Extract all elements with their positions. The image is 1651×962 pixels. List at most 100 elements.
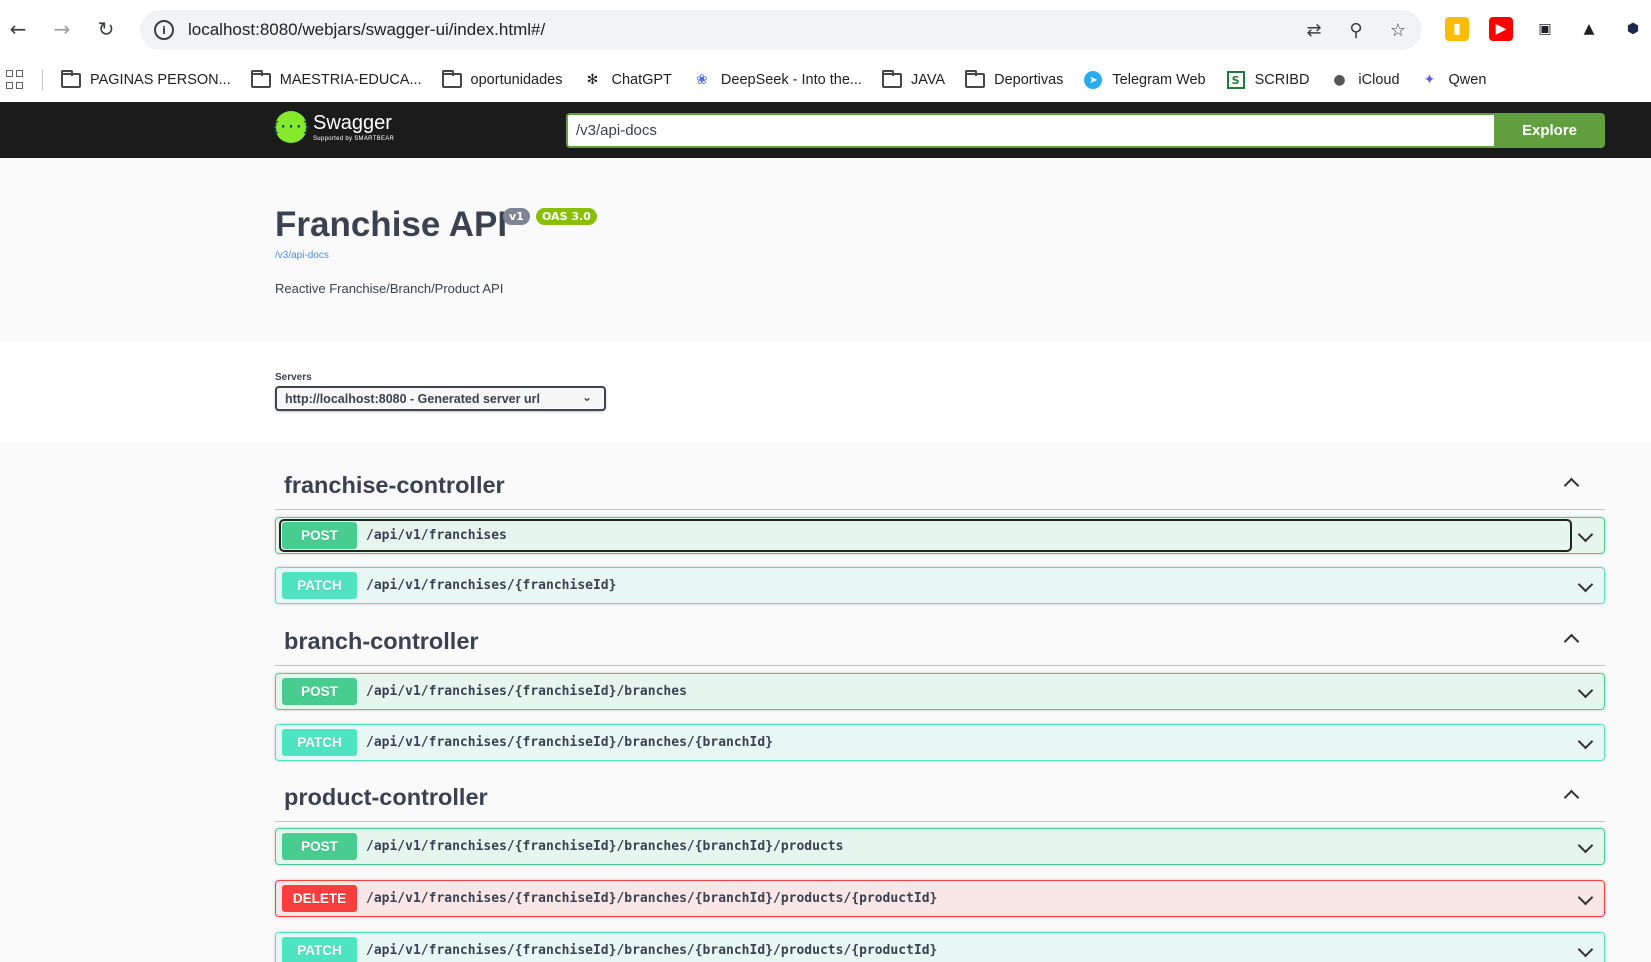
bookmark-telegram[interactable]: ➤ Telegram Web	[1083, 71, 1206, 89]
operation-post-franchises[interactable]: POST /api/v1/franchises	[275, 517, 1605, 554]
spec-url-input[interactable]: /v3/api-docs	[566, 113, 1494, 148]
chevron-up-icon[interactable]	[1561, 628, 1581, 649]
bookmarks-separator	[42, 70, 43, 90]
bookmark-label: MAESTRIA-EDUCA...	[279, 72, 422, 88]
chatgpt-icon: ✻	[586, 72, 599, 88]
servers-section: Servers http://localhost:8080 - Generate…	[0, 342, 1651, 442]
operation-post-branches[interactable]: POST /api/v1/franchises/{franchiseId}/br…	[275, 673, 1605, 710]
bookmark-qwen[interactable]: ✦ Qwen	[1420, 72, 1487, 88]
bookmark-label: SCRIBD	[1254, 72, 1310, 88]
api-description: Reactive Franchise/Branch/Product API	[275, 281, 504, 296]
operation-path: /api/v1/franchises/{franchiseId}/branche…	[366, 839, 844, 854]
swagger-logo-icon: {···}	[271, 111, 311, 143]
api-info: Franchise API v1 OAS 3.0 /v3/api-docs Re…	[0, 158, 1651, 342]
bookmark-maestria[interactable]: MAESTRIA-EDUCA...	[250, 69, 422, 88]
explore-button[interactable]: Explore	[1494, 113, 1605, 148]
tag-title: franchise-controller	[284, 472, 505, 498]
method-badge: PATCH	[282, 572, 357, 599]
method-badge: POST	[282, 833, 357, 860]
zoom-icon[interactable]: ⚲	[1344, 18, 1368, 42]
deepseek-icon: ❀	[696, 72, 708, 88]
chevron-up-icon[interactable]	[1561, 784, 1581, 805]
chevron-down-icon[interactable]	[1575, 576, 1595, 597]
bookmark-star-icon[interactable]: ☆	[1386, 18, 1410, 42]
tag-branch-controller[interactable]: branch-controller	[275, 606, 1605, 666]
picture-in-picture-icon[interactable]: ▣	[1533, 17, 1557, 41]
swagger-logo[interactable]: {···} Swagger Supported by SMARTBEAR	[271, 111, 395, 143]
operation-delete-product[interactable]: DELETE /api/v1/franchises/{franchiseId}/…	[275, 880, 1605, 917]
bookmark-label: Telegram Web	[1112, 72, 1206, 88]
folder-icon	[250, 69, 271, 88]
swagger-logo-text: Swagger	[313, 111, 392, 134]
chevron-down-icon[interactable]	[1575, 682, 1595, 703]
browser-toolbar: ← → ↻ i localhost:8080/webjars/swagger-u…	[0, 0, 1651, 58]
bookmark-deportivas[interactable]: Deportivas	[965, 69, 1064, 88]
method-badge: DELETE	[282, 885, 357, 912]
bookmark-label: ChatGPT	[611, 72, 672, 88]
extension-youtube-icon[interactable]: ▶	[1489, 17, 1513, 41]
qwen-icon: ✦	[1423, 72, 1436, 88]
bookmark-chatgpt[interactable]: ✻ ChatGPT	[582, 72, 672, 88]
extension-hex-icon[interactable]: ⬢	[1621, 17, 1645, 41]
operation-patch-branch[interactable]: PATCH /api/v1/franchises/{franchiseId}/b…	[275, 724, 1605, 761]
bookmark-label: oportunidades	[470, 72, 563, 88]
bookmark-scribd[interactable]: S SCRIBD	[1226, 71, 1310, 89]
site-info-icon[interactable]: i	[154, 20, 174, 40]
translate-icon[interactable]: ⇄	[1302, 18, 1326, 42]
reload-icon[interactable]: ↻	[94, 17, 118, 41]
tag-title: product-controller	[284, 784, 488, 810]
chevron-down-icon: ⌄	[581, 390, 592, 404]
bookmark-label: DeepSeek - Into the...	[720, 72, 862, 88]
bookmark-icloud[interactable]: ● iCloud	[1329, 72, 1399, 88]
extension-adguard-icon[interactable]: ▲	[1577, 17, 1601, 41]
operations-section: franchise-controller POST /api/v1/franch…	[0, 442, 1651, 962]
telegram-icon: ➤	[1083, 71, 1103, 89]
bookmarks-bar: PAGINAS PERSON... MAESTRIA-EDUCA... opor…	[0, 58, 1651, 102]
method-badge: PATCH	[282, 729, 357, 756]
servers-selected-value: http://localhost:8080 - Generated server…	[285, 391, 540, 406]
tag-franchise-controller[interactable]: franchise-controller	[275, 450, 1605, 510]
version-badge: v1	[503, 208, 530, 225]
tag-product-controller[interactable]: product-controller	[275, 762, 1605, 822]
chevron-down-icon[interactable]	[1575, 733, 1595, 754]
bookmark-java[interactable]: JAVA	[881, 69, 945, 88]
bookmark-label: Qwen	[1448, 72, 1487, 88]
swagger-topbar: {···} Swagger Supported by SMARTBEAR /v3…	[0, 102, 1651, 158]
address-bar[interactable]: i localhost:8080/webjars/swagger-ui/inde…	[140, 10, 1422, 50]
bookmark-label: iCloud	[1358, 72, 1400, 88]
chevron-down-icon[interactable]	[1575, 526, 1595, 547]
operation-post-products[interactable]: POST /api/v1/franchises/{franchiseId}/br…	[275, 828, 1605, 865]
operation-patch-franchise[interactable]: PATCH /api/v1/franchises/{franchiseId}	[275, 567, 1605, 604]
folder-icon	[61, 69, 81, 88]
method-badge: POST	[282, 522, 357, 549]
back-icon[interactable]: ←	[6, 17, 30, 41]
servers-select[interactable]: http://localhost:8080 - Generated server…	[275, 386, 606, 411]
bookmark-deepseek[interactable]: ❀ DeepSeek - Into the...	[692, 72, 862, 88]
apps-grid-icon[interactable]	[6, 70, 26, 90]
api-title: Franchise API	[275, 205, 508, 244]
folder-icon	[965, 69, 986, 88]
swagger-logo-subtitle: Supported by SMARTBEAR	[313, 135, 395, 142]
method-badge: POST	[282, 678, 357, 705]
operation-path: /api/v1/franchises/{franchiseId}	[366, 578, 617, 593]
folder-icon	[441, 69, 462, 88]
chevron-down-icon[interactable]	[1575, 941, 1595, 962]
oas-badge: OAS 3.0	[536, 208, 597, 225]
spec-link[interactable]: /v3/api-docs	[275, 250, 329, 261]
method-badge: PATCH	[282, 937, 357, 962]
operation-path: /api/v1/franchises/{franchiseId}/branche…	[366, 735, 773, 750]
bookmark-oportunidades[interactable]: oportunidades	[441, 69, 563, 88]
operation-patch-product[interactable]: PATCH /api/v1/franchises/{franchiseId}/b…	[275, 932, 1605, 962]
apple-icon: ●	[1333, 72, 1346, 88]
chevron-up-icon[interactable]	[1561, 472, 1581, 493]
tag-title: branch-controller	[284, 628, 479, 654]
address-url[interactable]: localhost:8080/webjars/swagger-ui/index.…	[188, 20, 545, 40]
extension-keep-icon[interactable]: ▮	[1445, 17, 1469, 41]
forward-icon[interactable]: →	[50, 17, 74, 41]
bookmark-label: Deportivas	[994, 72, 1064, 88]
servers-label: Servers	[275, 372, 312, 383]
chevron-down-icon[interactable]	[1575, 889, 1595, 910]
bookmark-paginas-personales[interactable]: PAGINAS PERSON...	[61, 69, 231, 88]
chevron-down-icon[interactable]	[1575, 837, 1595, 858]
operation-path: /api/v1/franchises/{franchiseId}/branche…	[366, 684, 687, 699]
